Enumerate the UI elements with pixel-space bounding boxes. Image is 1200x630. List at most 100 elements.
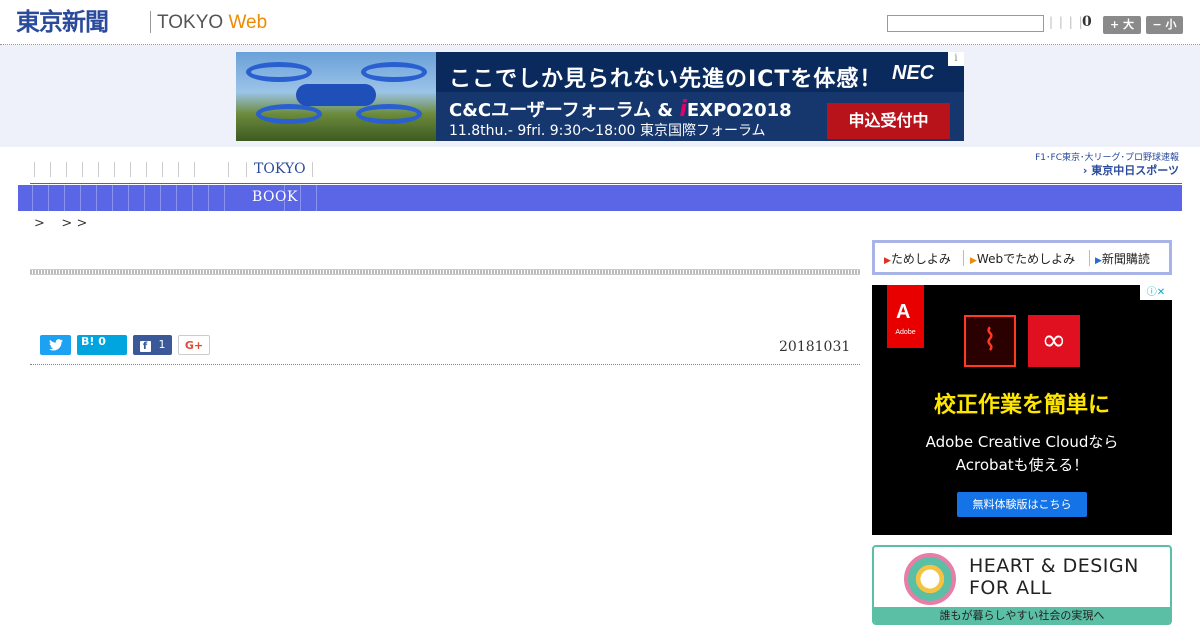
subscribe-label: 新聞購読	[1101, 252, 1150, 266]
event-suffix: EXPO2018	[686, 100, 792, 121]
trial-read-link[interactable]: ▶ためしよみ	[884, 250, 951, 267]
font-size-large-button[interactable]: + 大	[1103, 16, 1141, 34]
article-date: 20181031	[779, 339, 851, 355]
tokyo-web-logo[interactable]: TOKYO Web	[157, 12, 267, 34]
nec-logo: NEC	[892, 62, 935, 84]
category-item[interactable]	[48, 185, 49, 211]
google-plus-share-button[interactable]: G+	[178, 335, 210, 355]
twitter-icon	[48, 339, 63, 351]
subscribe-divider	[1089, 250, 1090, 266]
drone-body	[296, 84, 376, 106]
chunichi-sports-link[interactable]: F1･FC東京･大リーグ･プロ野球速報 › 東京中日スポーツ	[1026, 153, 1179, 178]
nav-item[interactable]	[50, 162, 51, 177]
adobe-ad[interactable]: A Adobe ⌇ ∞ ⓘ✕ 校正作業を簡単に Adobe Creative C…	[872, 285, 1172, 535]
nav-item[interactable]	[114, 162, 115, 177]
article-divider	[30, 364, 860, 365]
logo-divider	[150, 11, 151, 33]
category-item[interactable]	[224, 185, 225, 211]
chunichi-logo: › 東京中日スポーツ	[1082, 164, 1179, 177]
nav-item[interactable]	[82, 162, 83, 177]
breadcrumb: > > >	[34, 216, 88, 231]
nav-item[interactable]	[246, 162, 247, 177]
site-header: 東京新聞 TOKYO Web | | | | 0 + 大 − 小	[0, 0, 1200, 44]
nav-item[interactable]	[146, 162, 147, 177]
hatena-bookmark-button[interactable]: B! 0	[77, 335, 127, 355]
nav-item[interactable]	[178, 162, 179, 177]
category-item[interactable]	[316, 185, 317, 211]
acrobat-icon: ⌇	[964, 315, 1016, 367]
flower-emblem-icon	[904, 553, 956, 605]
web-trial-read-label: Webでためしよみ	[976, 252, 1076, 266]
site-logo[interactable]: 東京新聞	[16, 8, 109, 36]
category-item-book[interactable]: BOOK	[252, 189, 298, 205]
arrow-right-icon: ▶	[970, 256, 977, 266]
category-item[interactable]	[144, 185, 145, 211]
nav-item[interactable]	[228, 162, 229, 177]
search-bars: | | | |	[1049, 15, 1084, 29]
adobe-mark-icon: A	[896, 301, 911, 323]
subscribe-link[interactable]: ▶新聞購読	[1095, 250, 1150, 267]
category-item[interactable]	[300, 185, 301, 211]
subscribe-divider	[963, 250, 964, 266]
iexpo-i-logo: i	[679, 97, 687, 122]
banner-event-title: C&Cユーザーフォーラム & iEXPO2018	[449, 96, 792, 122]
banner-date: 11.8thu.- 9fri. 9:30〜18:00 東京国際フォーラム	[449, 123, 766, 139]
facebook-share-count: 1	[158, 338, 166, 351]
banner-headline: ここでしか見られない先進のICTを体感！	[449, 67, 883, 92]
nav-item-tokyo[interactable]: TOKYO	[254, 161, 306, 177]
category-item[interactable]	[64, 185, 65, 211]
heart-design-ad[interactable]: HEART & DESIGN FOR ALL 誰もが暮らしやすい社会の実現へ	[872, 545, 1172, 625]
web-trial-read-link[interactable]: ▶Webでためしよみ	[970, 250, 1075, 267]
logo-tokyo-text: TOKYO	[157, 12, 224, 33]
category-item[interactable]	[160, 185, 161, 211]
category-item[interactable]	[128, 185, 129, 211]
adobe-ad-line2: Acrobatも使える！	[955, 456, 1089, 474]
banner-apply-button[interactable]: 申込受付中	[827, 103, 950, 139]
ad-info-icon[interactable]: i	[948, 52, 964, 66]
nav-item[interactable]	[34, 162, 35, 177]
category-item[interactable]	[192, 185, 193, 211]
nec-banner-ad[interactable]: ここでしか見られない先進のICTを体感！ NEC i C&Cユーザーフォーラム …	[236, 52, 964, 141]
adchoices-icon[interactable]: ⓘ✕	[1140, 285, 1172, 300]
banner-area: ここでしか見られない先進のICTを体感！ NEC i C&Cユーザーフォーラム …	[0, 45, 1200, 147]
category-item[interactable]	[112, 185, 113, 211]
article-title-rule	[30, 269, 860, 275]
adobe-trial-button[interactable]: 無料体験版はこちら	[957, 492, 1087, 517]
arrow-right-icon: ▶	[884, 256, 891, 266]
category-item[interactable]	[80, 185, 81, 211]
adobe-ad-headline: 校正作業を簡単に	[933, 393, 1110, 418]
adobe-ad-body: Adobe Creative Cloudなら Acrobatも使える！	[872, 431, 1172, 477]
category-item[interactable]	[176, 185, 177, 211]
heart-design-title-line2: FOR ALL	[969, 577, 1052, 599]
nav-divider	[30, 183, 1182, 184]
drone-rotor	[246, 62, 312, 82]
facebook-share-button[interactable]: f1	[133, 335, 172, 355]
nav-item[interactable]	[312, 162, 313, 177]
category-item[interactable]	[96, 185, 97, 211]
category-item[interactable]	[208, 185, 209, 211]
search-input[interactable]	[887, 15, 1044, 32]
top-nav	[0, 150, 1200, 184]
trial-read-label: ためしよみ	[890, 252, 951, 266]
nav-item[interactable]	[130, 162, 131, 177]
adobe-ad-line1: Adobe Creative Cloudなら	[925, 433, 1119, 451]
heart-design-title-line1: HEART & DESIGN	[969, 555, 1139, 577]
adobe-logo-text: Adobe	[895, 329, 916, 336]
facebook-icon: f	[139, 341, 151, 352]
category-bar: BOOK	[18, 185, 1182, 211]
nav-item[interactable]	[98, 162, 99, 177]
nav-item[interactable]	[162, 162, 163, 177]
heart-design-footer: 誰もが暮らしやすい社会の実現へ	[874, 607, 1170, 623]
category-item[interactable]	[32, 185, 33, 211]
drone-image	[236, 52, 436, 141]
adobe-logo: A Adobe	[887, 285, 924, 348]
heart-design-title: HEART & DESIGN FOR ALL	[969, 555, 1139, 599]
nav-item[interactable]	[194, 162, 195, 177]
event-prefix: C&Cユーザーフォーラム &	[449, 100, 680, 121]
drone-rotor	[361, 62, 427, 82]
twitter-share-button[interactable]	[40, 335, 71, 355]
drone-rotor	[356, 104, 422, 124]
font-size-small-button[interactable]: − 小	[1146, 16, 1183, 34]
nav-item[interactable]	[66, 162, 67, 177]
logo-web-text: Web	[228, 12, 268, 33]
